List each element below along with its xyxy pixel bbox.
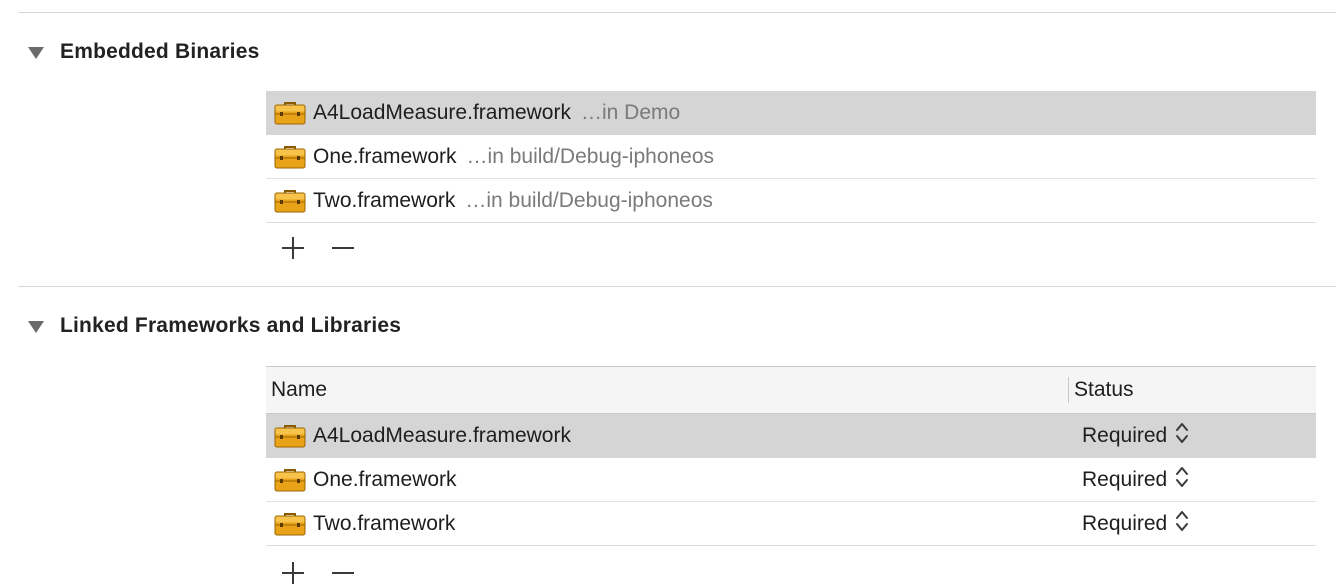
column-header-status[interactable]: Status (1074, 378, 1134, 402)
disclosure-triangle-icon[interactable] (28, 47, 44, 59)
column-header-name[interactable]: Name (271, 378, 327, 402)
embedded-list-controls (280, 233, 380, 263)
toolbox-icon (274, 189, 306, 213)
toolbox-icon (274, 424, 306, 448)
status-value: Required (1082, 467, 1168, 491)
list-item[interactable]: One.framework …in build/Debug-iphoneos (266, 135, 1316, 179)
up-down-chevron-icon (1175, 509, 1189, 539)
status-popup[interactable]: Required (1082, 465, 1189, 495)
status-popup[interactable]: Required (1082, 421, 1189, 451)
framework-name: Two.framework (313, 511, 456, 535)
section-title: Embedded Binaries (60, 40, 260, 63)
section-title: Linked Frameworks and Libraries (60, 314, 402, 337)
disclosure-triangle-icon[interactable] (28, 321, 44, 333)
linked-frameworks-table: Name Status A4LoadMeasure.framework Requ… (266, 366, 1316, 546)
plus-icon-vertical (292, 237, 294, 259)
list-item[interactable]: Two.framework …in build/Debug-iphoneos (266, 179, 1316, 223)
embedded-binaries-header[interactable]: Embedded Binaries (28, 40, 259, 64)
framework-name: One.framework (313, 144, 457, 168)
table-header: Name Status (266, 366, 1316, 414)
framework-path: …in build/Debug-iphoneos (465, 188, 713, 212)
up-down-chevron-icon (1175, 421, 1189, 451)
toolbox-icon (274, 468, 306, 492)
framework-path: …in Demo (580, 100, 681, 124)
status-value: Required (1082, 423, 1168, 447)
framework-path: …in build/Debug-iphoneos (466, 144, 715, 168)
plus-icon-vertical (292, 562, 294, 584)
embedded-binaries-list: A4LoadMeasure.framework …in Demo One.fra… (266, 91, 1316, 223)
status-popup[interactable]: Required (1082, 509, 1189, 539)
toolbox-icon (274, 145, 306, 169)
framework-name: Two.framework (313, 188, 456, 212)
toolbox-icon (274, 101, 306, 125)
minus-icon (332, 572, 354, 574)
framework-name: A4LoadMeasure.framework (313, 100, 571, 124)
toolbox-icon (274, 512, 306, 536)
table-row[interactable]: Two.framework Required (266, 502, 1316, 546)
linked-list-controls (280, 558, 380, 584)
framework-name: One.framework (313, 467, 457, 491)
add-button[interactable] (280, 560, 306, 584)
minus-icon (332, 247, 354, 249)
top-separator (18, 12, 1336, 13)
up-down-chevron-icon (1175, 465, 1189, 495)
build-phases-page: Embedded Binaries A4LoadMeasure.framewor… (0, 0, 1336, 584)
remove-button[interactable] (330, 560, 356, 584)
linked-frameworks-header[interactable]: Linked Frameworks and Libraries (28, 314, 401, 338)
column-divider[interactable] (1068, 377, 1069, 403)
list-item[interactable]: A4LoadMeasure.framework …in Demo (266, 91, 1316, 135)
table-row[interactable]: A4LoadMeasure.framework Required (266, 414, 1316, 458)
table-row[interactable]: One.framework Required (266, 458, 1316, 502)
section-separator (18, 286, 1336, 287)
add-button[interactable] (280, 235, 306, 261)
remove-button[interactable] (330, 235, 356, 261)
status-value: Required (1082, 511, 1168, 535)
framework-name: A4LoadMeasure.framework (313, 423, 571, 447)
